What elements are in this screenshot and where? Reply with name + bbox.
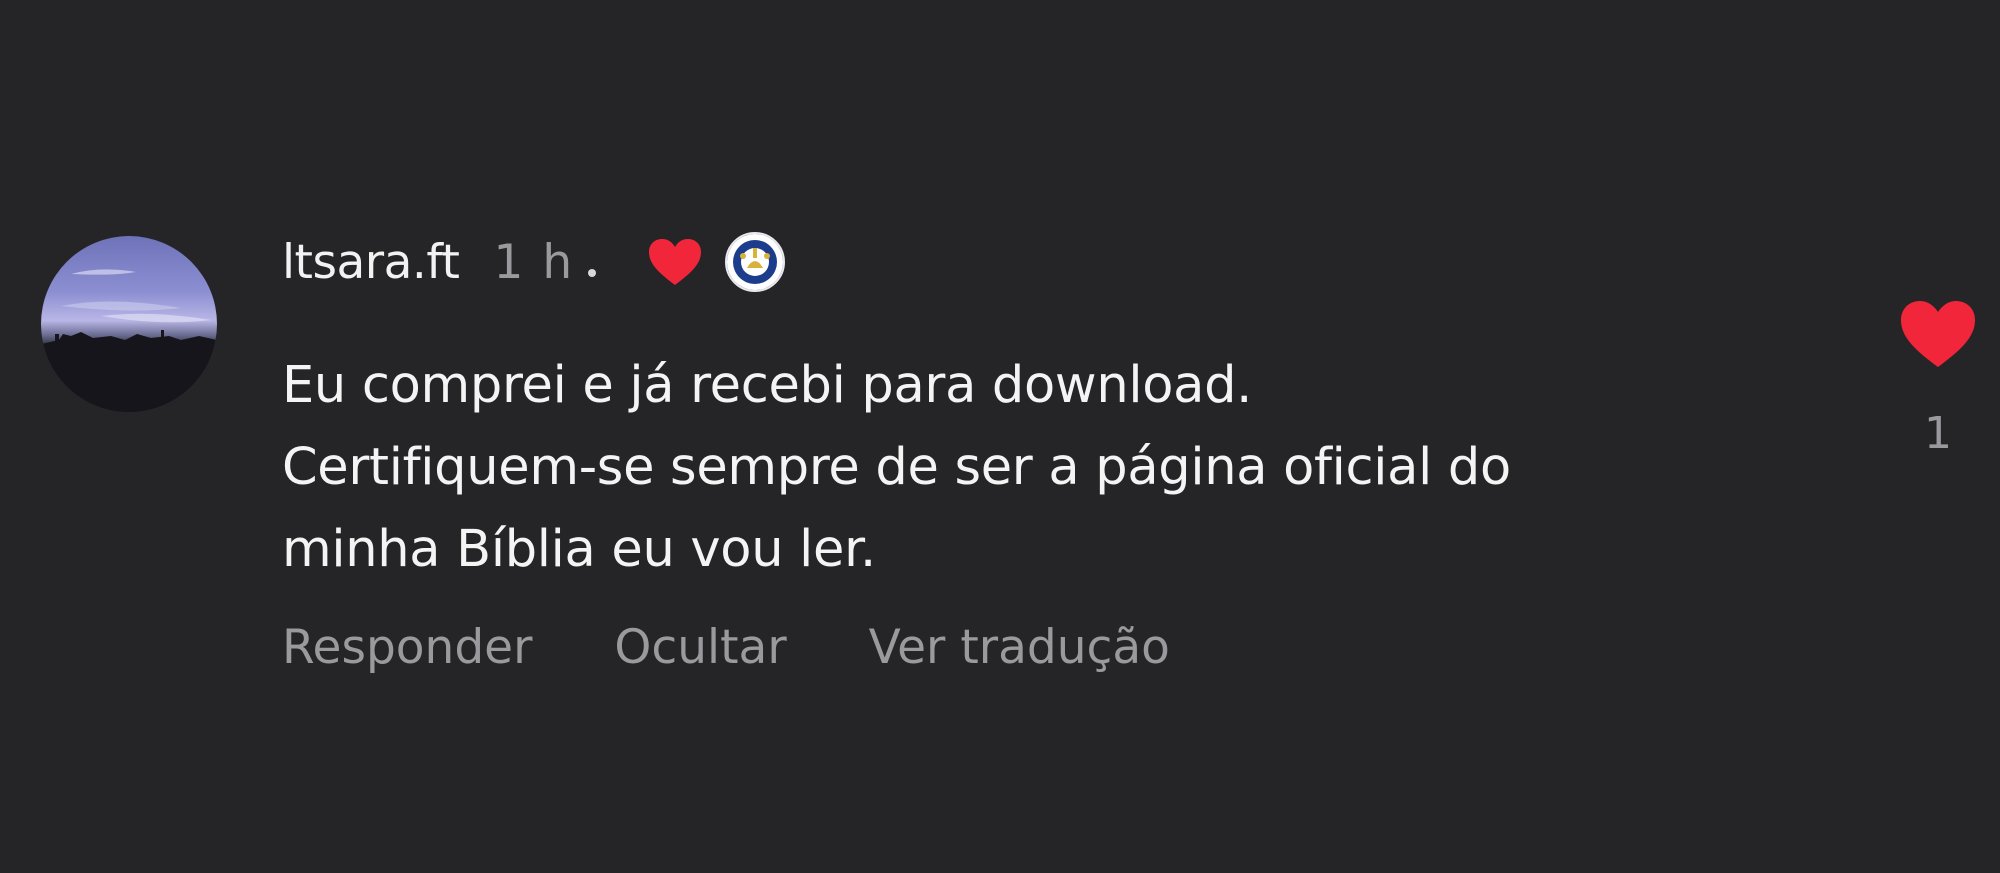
comment-header: ltsara.ft 1 h [282,230,786,294]
comment-text: Eu comprei e já recebi para download. Ce… [282,345,1842,591]
separator-dot [588,269,597,277]
comment-text-line: Certifiquem-se sempre de ser a página of… [282,438,1511,497]
heart-icon [649,239,702,285]
comment-text-line: minha Bíblia eu vou ler. [282,520,876,579]
avatar[interactable] [41,236,217,412]
timestamp: 1 h [493,234,575,290]
like-count: 1 [1924,408,1952,459]
hide-button[interactable]: Ocultar [614,620,786,675]
avatar-image [41,269,217,412]
translate-button[interactable]: Ver tradução [869,620,1170,675]
reply-button[interactable]: Responder [282,620,532,675]
heart-icon [1901,301,1975,367]
comment-actions: Responder Ocultar Ver tradução [282,620,1252,675]
like-button[interactable] [1898,298,1978,370]
comment-text-line: Eu comprei e já recebi para download. [282,356,1253,415]
comment-item: ltsara.ft 1 h Eu comprei e já recebi par… [0,0,2000,873]
username[interactable]: ltsara.ft [282,235,460,290]
creator-avatar-icon [725,232,786,292]
